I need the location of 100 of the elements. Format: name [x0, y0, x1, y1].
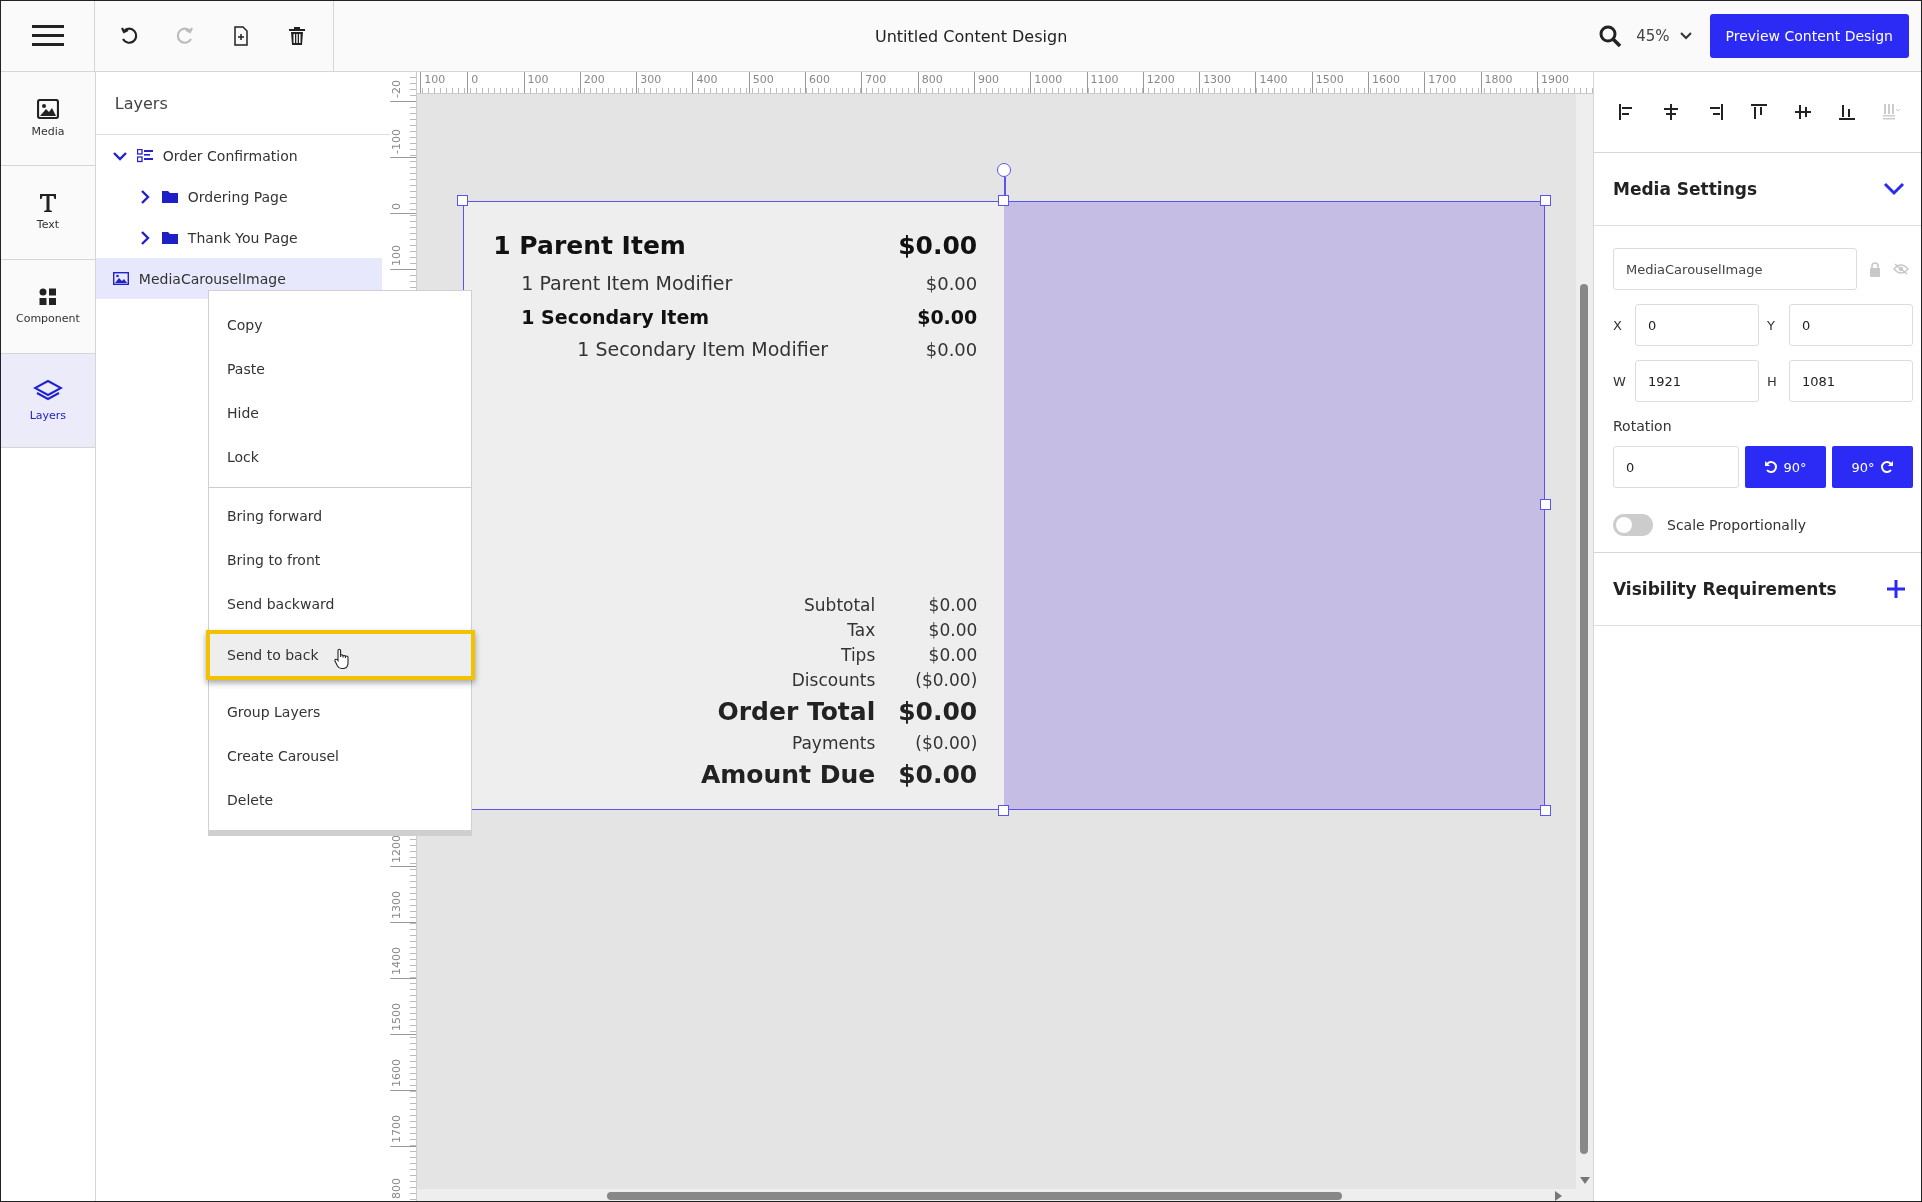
item-name: 1 Secondary Item — [521, 306, 710, 328]
menu-item[interactable]: Lock — [209, 435, 471, 479]
layer-item[interactable]: Ordering Page — [95, 176, 391, 217]
zoom-level[interactable]: 45% — [1636, 27, 1670, 45]
ruler-label: 800 — [921, 73, 943, 86]
ruler-label: 600 — [809, 73, 831, 86]
ruler-label: 300 — [640, 73, 662, 86]
menu-item[interactable]: Copy — [209, 303, 471, 347]
align-middle-icon[interactable] — [1794, 103, 1812, 121]
resize-handle[interactable] — [457, 195, 469, 206]
menu-item[interactable]: Group Layers — [209, 690, 471, 734]
rail-tab[interactable]: Text — [1, 166, 95, 260]
align-top-icon[interactable] — [1750, 103, 1768, 121]
resize-handle[interactable] — [998, 195, 1010, 206]
image-icon — [36, 99, 59, 119]
total-value: $0.00 — [897, 696, 978, 728]
ruler-label: 100 — [527, 73, 549, 86]
ruler-label: 500 — [752, 73, 774, 86]
menu-item[interactable]: Create Carousel — [209, 734, 471, 778]
resize-handle[interactable] — [1540, 499, 1552, 510]
layers-icon — [32, 379, 63, 403]
total-value: ($0.00) — [914, 732, 978, 755]
image-icon — [112, 272, 129, 285]
menu-item[interactable]: Bring forward — [209, 494, 471, 538]
name-field[interactable]: MediaCarouselImage — [1613, 248, 1857, 290]
ruler-label: 1100 — [1090, 73, 1119, 86]
section-title: Visibility Requirements — [1613, 579, 1837, 599]
layer-item[interactable]: Thank You Page — [95, 217, 391, 258]
ruler-label: 1600 — [1372, 73, 1400, 86]
item-price: $0.00 — [898, 231, 978, 260]
hand-cursor-icon — [334, 648, 350, 670]
number-field[interactable]: 1081 — [1789, 360, 1913, 402]
horizontal-scrollbar[interactable] — [417, 1189, 1593, 1201]
total-value: $0.00 — [897, 759, 978, 791]
total-value: $0.00 — [927, 594, 978, 617]
ruler-label: 900 — [977, 73, 999, 86]
rotate-left-button[interactable]: 90° — [1745, 446, 1826, 488]
menu-item[interactable]: Bring to front — [209, 538, 471, 582]
number-field[interactable]: 1921 — [1635, 360, 1759, 402]
ruler-label: 0 — [390, 202, 405, 212]
layer-item[interactable]: Order Confirmation — [95, 135, 391, 176]
menu-item[interactable]: Delete — [209, 778, 471, 822]
ruler-label: 1500 — [1315, 73, 1344, 86]
undo-icon[interactable] — [119, 26, 139, 46]
rail-tab[interactable]: Component — [1, 260, 95, 354]
align-center-h-icon[interactable] — [1662, 103, 1680, 121]
number-field[interactable]: 0 — [1635, 304, 1759, 346]
field-label: X — [1613, 317, 1623, 333]
menu-item[interactable]: Send backward — [209, 582, 471, 626]
chevron-icon[interactable] — [1883, 182, 1905, 196]
component-icon — [38, 288, 57, 306]
item-name: 1 Parent Item — [493, 231, 686, 260]
total-value: ($0.00) — [914, 669, 978, 692]
total-value: $0.00 — [927, 619, 978, 642]
scroll-right-arrow-icon[interactable] — [1555, 1191, 1563, 1201]
rail-tab[interactable]: Layers — [1, 354, 95, 448]
ruler-label: 1700 — [390, 1114, 405, 1145]
ruler-label: 1400 — [390, 946, 405, 977]
item-price: $0.00 — [925, 273, 978, 294]
ruler-label: 1700 — [1428, 73, 1457, 86]
ruler-label: 100 — [390, 244, 405, 268]
search-icon[interactable] — [1598, 24, 1623, 48]
rotation-field[interactable]: 0 — [1613, 446, 1739, 488]
item-price: $0.00 — [925, 339, 978, 360]
ruler-label: 100 — [424, 73, 446, 86]
vertical-scrollbar[interactable] — [1576, 94, 1593, 1189]
trash-icon[interactable] — [287, 26, 307, 46]
number-field[interactable]: 0 — [1789, 304, 1913, 346]
scroll-down-arrow-icon[interactable] — [1579, 1177, 1590, 1185]
document-title: Untitled Content Design — [873, 26, 1069, 46]
ruler-label: 400 — [696, 73, 718, 86]
resize-handle[interactable] — [1540, 805, 1552, 816]
chevron-down-icon[interactable] — [1679, 32, 1692, 40]
add-page-icon[interactable] — [231, 26, 251, 46]
ruler-label: 0 — [471, 73, 479, 86]
preview-button[interactable]: Preview Content Design — [1709, 14, 1909, 58]
ruler-label: 1600 — [390, 1058, 405, 1089]
menu-icon[interactable] — [31, 25, 64, 47]
rotate-right-icon — [1879, 460, 1894, 474]
align-bottom-icon[interactable] — [1838, 103, 1856, 121]
item-price: $0.00 — [917, 306, 978, 328]
resize-handle[interactable] — [1540, 195, 1552, 206]
section-title: Media Settings — [1613, 179, 1758, 199]
total-value: $0.00 — [927, 644, 978, 667]
rotate-left-icon — [1764, 460, 1779, 474]
total-label: Subtotal — [804, 594, 876, 617]
rail-tab[interactable]: Media — [1, 72, 95, 166]
rotate-right-button[interactable]: 90° — [1832, 446, 1913, 488]
menu-item[interactable]: Hide — [209, 391, 471, 435]
menu-item[interactable]: Paste — [209, 347, 471, 391]
serif-t-icon — [39, 194, 56, 212]
resize-handle[interactable] — [998, 805, 1010, 816]
ruler-label: 1500 — [390, 1002, 405, 1033]
total-label: Amount Due — [700, 759, 876, 791]
total-label: Order Total — [717, 696, 876, 728]
ruler-label: 1300 — [1203, 73, 1232, 86]
toggle-switch[interactable] — [1613, 514, 1653, 536]
rotate-handle[interactable] — [997, 163, 1012, 177]
plus-icon[interactable] — [1887, 580, 1905, 598]
menu-item[interactable]: Send to back — [206, 630, 475, 680]
